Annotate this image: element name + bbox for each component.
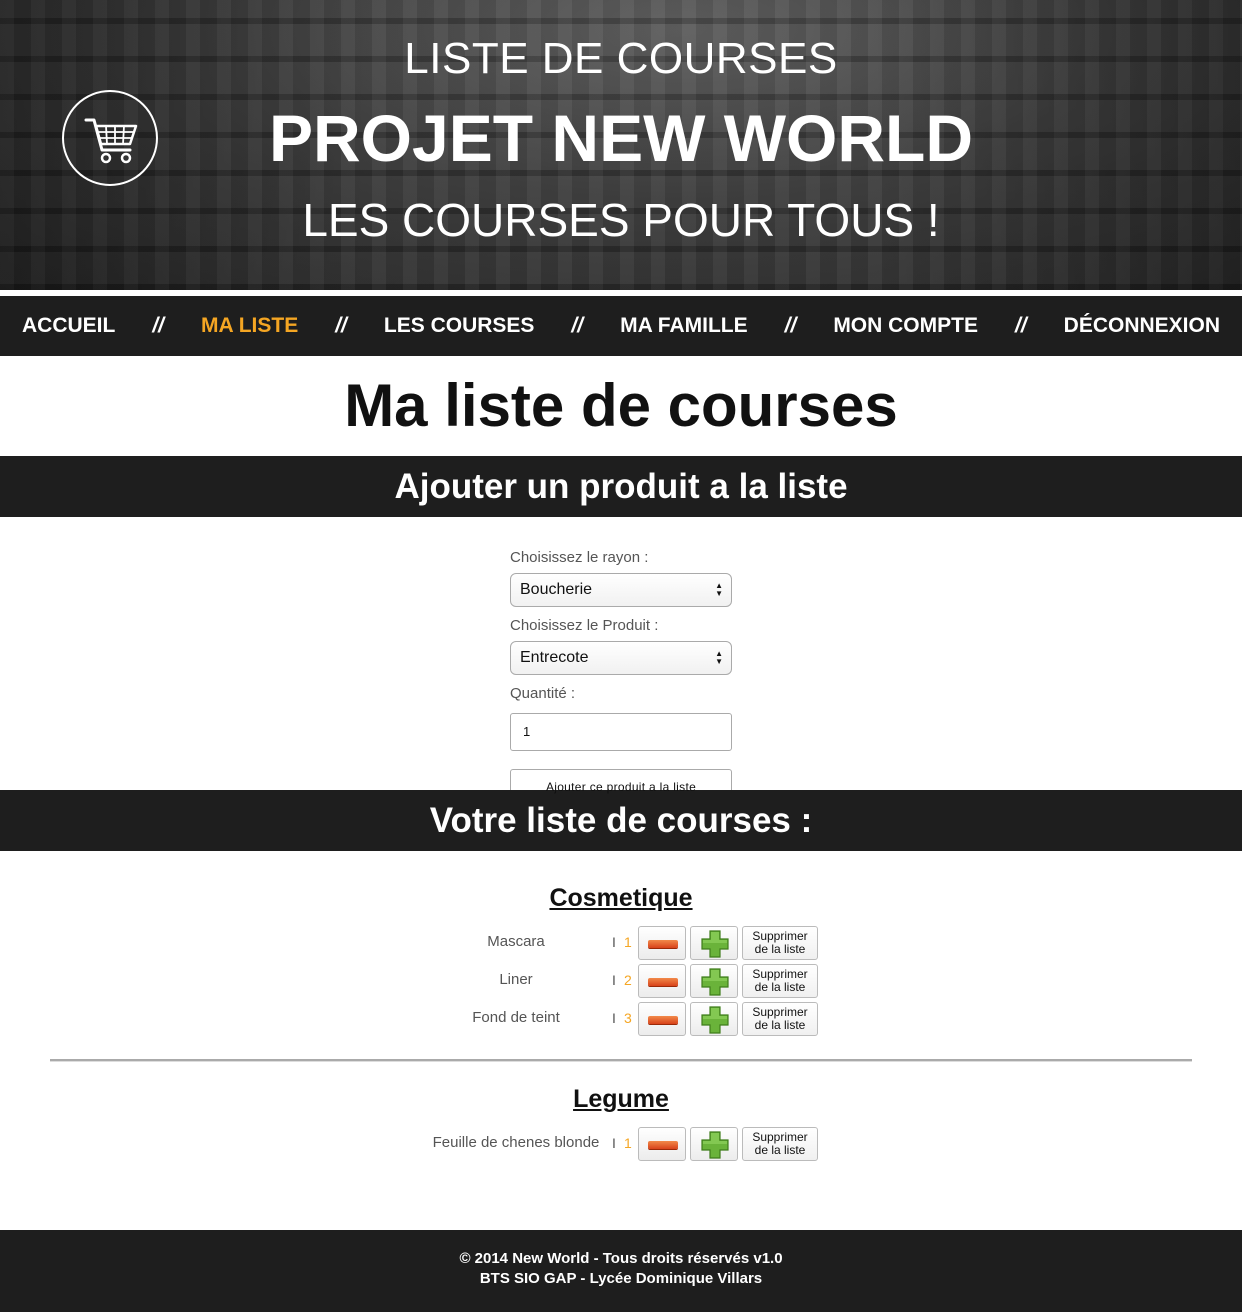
item-quantity: 1 xyxy=(624,934,632,950)
select-arrows-icon: ▲ ▼ xyxy=(715,581,723,598)
item-name: Liner xyxy=(499,971,533,988)
remove-item-button[interactable]: Supprimer de la liste xyxy=(742,926,818,960)
remove-item-button[interactable]: Supprimer de la liste xyxy=(742,1002,818,1036)
item-separator: I xyxy=(612,972,616,988)
header-subtitle: LISTE DE COURSES xyxy=(404,34,838,83)
nav-separator: // xyxy=(784,314,797,337)
plus-icon xyxy=(699,1004,731,1036)
nav-separator: // xyxy=(152,314,164,337)
list-item: Fond de teint I 3 Supprimer de la liste xyxy=(0,1001,1242,1039)
produit-label: Choisissez le Produit : xyxy=(510,617,659,634)
plus-icon xyxy=(699,1129,731,1161)
item-separator: I xyxy=(612,934,616,950)
produit-select-value: Entrecote xyxy=(520,649,589,666)
minus-icon xyxy=(648,1016,678,1024)
increase-quantity-button[interactable] xyxy=(690,964,738,998)
minus-icon xyxy=(648,940,678,948)
category-title: Cosmetique xyxy=(549,884,693,912)
increase-quantity-button[interactable] xyxy=(690,926,738,960)
nav-item-accueil[interactable]: ACCUEIL xyxy=(22,314,115,338)
nav-item-deconnexion[interactable]: DÉCONNEXION xyxy=(1064,314,1220,338)
nav-item-les-courses[interactable]: LES COURSES xyxy=(384,314,535,338)
item-separator: I xyxy=(612,1135,616,1151)
decrease-quantity-button[interactable] xyxy=(638,1002,686,1036)
remove-label-line1: Supprimer xyxy=(752,1005,808,1019)
nav-item-mon-compte[interactable]: MON COMPTE xyxy=(833,314,978,338)
rayon-select[interactable]: Boucherie ▲ ▼ xyxy=(510,573,732,607)
page-title: Ma liste de courses xyxy=(344,372,898,439)
quantite-label: Quantité : xyxy=(510,685,576,702)
produit-select[interactable]: Entrecote ▲ ▼ xyxy=(510,641,732,675)
remove-label-line2: de la liste xyxy=(754,980,806,994)
increase-quantity-button[interactable] xyxy=(690,1002,738,1036)
remove-label-line1: Supprimer xyxy=(752,967,808,981)
footer: © 2014 New World - Tous droits réservés … xyxy=(0,1230,1242,1312)
decrease-quantity-button[interactable] xyxy=(638,964,686,998)
decrease-quantity-button[interactable] xyxy=(638,926,686,960)
remove-item-button[interactable]: Supprimer de la liste xyxy=(742,964,818,998)
list-section-heading: Votre liste de courses : xyxy=(0,790,1242,851)
remove-label-line1: Supprimer xyxy=(752,929,808,943)
list-item: Feuille de chenes blonde I 1 Supprimer de la… xyxy=(0,1126,1242,1164)
decrease-quantity-button[interactable] xyxy=(638,1127,686,1161)
item-quantity: 3 xyxy=(624,1010,632,1026)
nav-separator: // xyxy=(571,314,584,337)
nav-separator: // xyxy=(335,314,347,337)
item-separator: I xyxy=(612,1010,616,1026)
footer-credits: BTS SIO GAP - Lycée Dominique Villars xyxy=(479,1270,763,1287)
item-name: Mascara xyxy=(487,933,545,950)
item-quantity: 2 xyxy=(624,972,632,988)
remove-item-button[interactable]: Supprimer de la liste xyxy=(742,1127,818,1161)
header-tagline: LES COURSES POUR TOUS ! xyxy=(302,194,940,246)
remove-label-line2: de la liste xyxy=(754,942,806,956)
list-item: Mascara I 1 Supprimer de la liste xyxy=(0,925,1242,963)
shopping-list: Cosmetique Mascara I 1 Supprimer de la liste L… xyxy=(0,851,1242,1164)
nav-item-ma-liste[interactable]: MA LISTE xyxy=(201,314,298,338)
item-name: Fond de teint xyxy=(472,1009,560,1026)
header-title: PROJET NEW WORLD xyxy=(269,101,973,175)
category-title: Legume xyxy=(573,1085,669,1113)
minus-icon xyxy=(648,978,678,986)
header-banner: LISTE DE COURSES PROJET NEW WORLD LES CO… xyxy=(0,0,1242,290)
plus-icon xyxy=(699,928,731,960)
rayon-select-value: Boucherie xyxy=(520,581,593,598)
remove-label-line1: Supprimer xyxy=(752,1130,808,1144)
select-arrows-icon: ▲ ▼ xyxy=(715,649,723,666)
nav-item-ma-famille[interactable]: MA FAMILLE xyxy=(620,314,748,338)
item-name: Feuille de chenes blonde xyxy=(432,1134,600,1151)
footer-copyright: © 2014 New World - Tous droits réservés … xyxy=(459,1250,783,1267)
add-product-form: Choisissez le rayon : Boucherie ▲ ▼ Chois… xyxy=(510,517,732,805)
minus-icon xyxy=(648,1141,678,1149)
list-item: Liner I 2 Supprimer de la liste xyxy=(0,963,1242,1001)
increase-quantity-button[interactable] xyxy=(690,1127,738,1161)
plus-icon xyxy=(699,966,731,998)
rayon-label: Choisissez le rayon : xyxy=(510,549,649,566)
item-quantity: 1 xyxy=(624,1135,632,1151)
add-section-heading: Ajouter un produit a la liste xyxy=(0,456,1242,517)
remove-label-line2: de la liste xyxy=(754,1143,806,1157)
remove-label-line2: de la liste xyxy=(754,1018,806,1032)
quantite-input[interactable]: 1 xyxy=(510,713,732,751)
nav-separator: // xyxy=(1014,314,1027,337)
main-nav: ACCUEIL // MA LISTE // LES COURSES // MA… xyxy=(0,296,1242,356)
